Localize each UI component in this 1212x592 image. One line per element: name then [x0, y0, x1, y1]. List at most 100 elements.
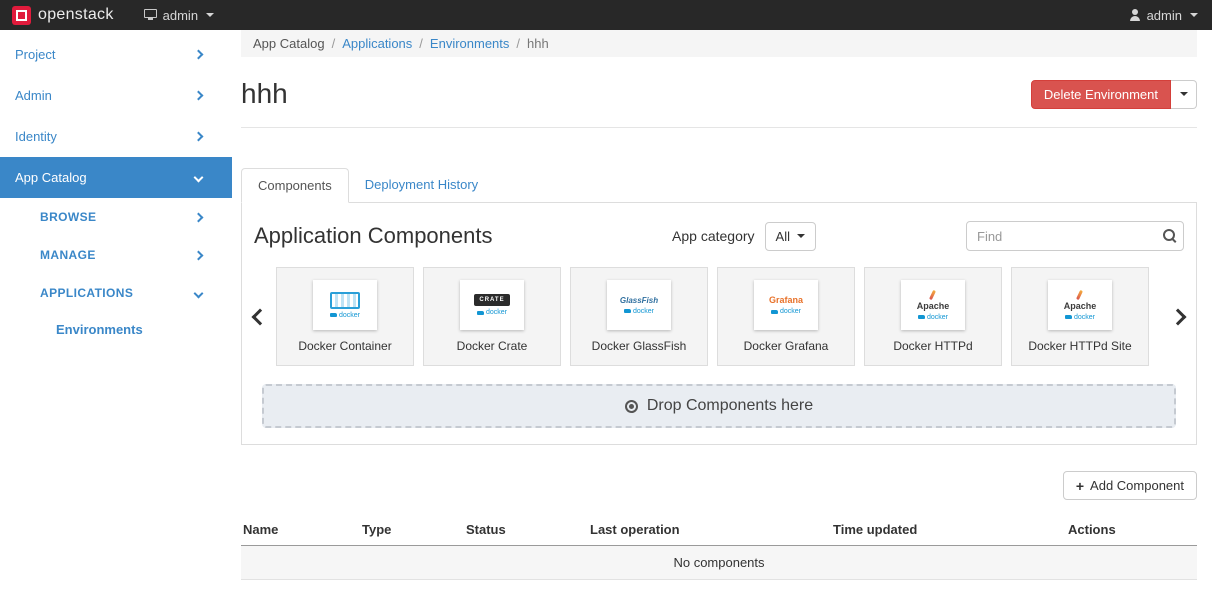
docker-logo-icon: docker	[918, 314, 948, 321]
app-category-group: App category All	[672, 222, 816, 251]
add-component-label: Add Component	[1090, 478, 1184, 493]
chevron-right-icon	[194, 132, 204, 142]
glassfish-icon: GlassFish docker	[607, 280, 671, 330]
component-card[interactable]: docker Docker Container	[276, 267, 414, 366]
sidebar-item-applications[interactable]: APPLICATIONS	[0, 274, 232, 312]
sidebar-item-browse[interactable]: BROWSE	[0, 198, 232, 236]
user-menu[interactable]: admin	[1129, 8, 1198, 23]
sidebar-item-label: Admin	[15, 88, 52, 103]
component-card[interactable]: GlassFish docker Docker GlassFish	[570, 267, 708, 366]
component-search	[966, 221, 1184, 251]
domain-menu-label: admin	[163, 8, 198, 23]
carousel-prev-icon[interactable]	[252, 308, 269, 325]
chevron-down-icon	[194, 288, 204, 298]
openstack-logo-icon	[12, 6, 31, 25]
plus-icon: +	[1076, 479, 1084, 493]
delete-environment-dropdown-toggle[interactable]	[1171, 80, 1197, 109]
breadcrumb-item-applications[interactable]: Applications	[342, 36, 412, 51]
apache-icon: Apache docker	[901, 280, 965, 330]
sidebar-item-manage[interactable]: MANAGE	[0, 236, 232, 274]
docker-logo-icon: docker	[624, 308, 654, 315]
chevron-right-icon	[194, 212, 204, 222]
empty-table-row: No components	[241, 546, 1197, 580]
breadcrumb-item-app-catalog: App Catalog	[253, 36, 325, 51]
components-header: Application Components App category All	[254, 221, 1184, 251]
components-heading: Application Components	[254, 223, 672, 249]
sidebar-item-label: App Catalog	[15, 170, 87, 185]
domain-menu[interactable]: admin	[144, 8, 214, 23]
sidebar-item-admin[interactable]: Admin	[0, 75, 232, 116]
crate-icon: CRATE docker	[460, 280, 524, 330]
components-table: Name Type Status Last operation Time upd…	[241, 514, 1197, 580]
chevron-right-icon	[194, 91, 204, 101]
components-carousel: docker Docker Container CRATE docker Doc…	[254, 267, 1184, 366]
docker-logo-icon: docker	[771, 308, 801, 315]
app-category-value: All	[776, 229, 790, 244]
user-menu-label: admin	[1147, 8, 1182, 23]
search-icon	[1163, 229, 1177, 243]
breadcrumb-separator: /	[516, 36, 520, 51]
column-header-actions: Actions	[1066, 514, 1197, 546]
sidebar-item-identity[interactable]: Identity	[0, 116, 232, 157]
chevron-down-icon	[194, 173, 204, 183]
display-icon	[144, 9, 157, 18]
chevron-right-icon	[194, 50, 204, 60]
search-input[interactable]	[966, 221, 1184, 251]
app-category-dropdown[interactable]: All	[765, 222, 816, 251]
component-card[interactable]: Apache docker Docker HTTPd Site	[1011, 267, 1149, 366]
breadcrumb-item-current: hhh	[527, 36, 549, 51]
sidebar-item-label: APPLICATIONS	[40, 286, 133, 300]
title-divider	[241, 127, 1197, 128]
component-card[interactable]: Apache docker Docker HTTPd	[864, 267, 1002, 366]
add-component-button[interactable]: + Add Component	[1063, 471, 1197, 500]
carousel-next-icon[interactable]	[1170, 308, 1187, 325]
sidebar-item-label: BROWSE	[40, 210, 96, 224]
docker-container-icon: docker	[313, 280, 377, 330]
component-card-label: Docker Crate	[457, 339, 528, 353]
docker-logo-icon: docker	[477, 309, 507, 316]
table-actions-row: + Add Component	[241, 471, 1197, 500]
component-card[interactable]: Grafana docker Docker Grafana	[717, 267, 855, 366]
column-header-type: Type	[360, 514, 464, 546]
component-card[interactable]: CRATE docker Docker Crate	[423, 267, 561, 366]
component-cards: docker Docker Container CRATE docker Doc…	[276, 267, 1162, 366]
caret-down-icon	[1180, 92, 1188, 96]
component-card-label: Docker Grafana	[744, 339, 829, 353]
component-card-label: Docker Container	[298, 339, 391, 353]
delete-environment-split-button: Delete Environment	[1031, 80, 1197, 109]
caret-down-icon	[797, 234, 805, 238]
dropzone-label: Drop Components here	[647, 397, 813, 415]
docker-logo-icon: docker	[330, 312, 360, 319]
component-card-label: Docker HTTPd Site	[1028, 339, 1131, 353]
tab-deployment-history[interactable]: Deployment History	[349, 168, 494, 202]
sidebar-item-environments[interactable]: Environments	[0, 312, 232, 348]
delete-environment-button[interactable]: Delete Environment	[1031, 80, 1171, 109]
column-header-status: Status	[464, 514, 588, 546]
page-title: hhh	[241, 78, 288, 110]
sidebar-item-project[interactable]: Project	[0, 34, 232, 75]
breadcrumb-separator: /	[419, 36, 423, 51]
chevron-right-icon	[194, 250, 204, 260]
column-header-last-operation: Last operation	[588, 514, 831, 546]
search-button[interactable]	[1163, 229, 1177, 246]
user-icon	[1129, 9, 1141, 21]
component-card-label: Docker HTTPd	[893, 339, 972, 353]
sidebar-item-label: MANAGE	[40, 248, 96, 262]
column-header-name: Name	[241, 514, 360, 546]
tab-components[interactable]: Components	[241, 168, 349, 203]
breadcrumb-item-environments[interactable]: Environments	[430, 36, 509, 51]
drop-components-zone[interactable]: Drop Components here	[262, 384, 1176, 428]
feather-icon	[1077, 289, 1084, 299]
sidebar-item-app-catalog[interactable]: App Catalog	[0, 157, 232, 198]
grafana-icon: Grafana docker	[754, 280, 818, 330]
apache-icon: Apache docker	[1048, 280, 1112, 330]
table-header-row: Name Type Status Last operation Time upd…	[241, 514, 1197, 546]
component-card-label: Docker GlassFish	[592, 339, 687, 353]
tab-bar: Components Deployment History	[241, 168, 1197, 203]
feather-icon	[930, 289, 937, 299]
sidebar-item-label: Identity	[15, 129, 57, 144]
docker-logo-icon: docker	[1065, 314, 1095, 321]
brand-home-link[interactable]: openstack	[12, 6, 114, 25]
caret-down-icon	[206, 13, 214, 17]
title-row: hhh Delete Environment	[241, 77, 1197, 111]
